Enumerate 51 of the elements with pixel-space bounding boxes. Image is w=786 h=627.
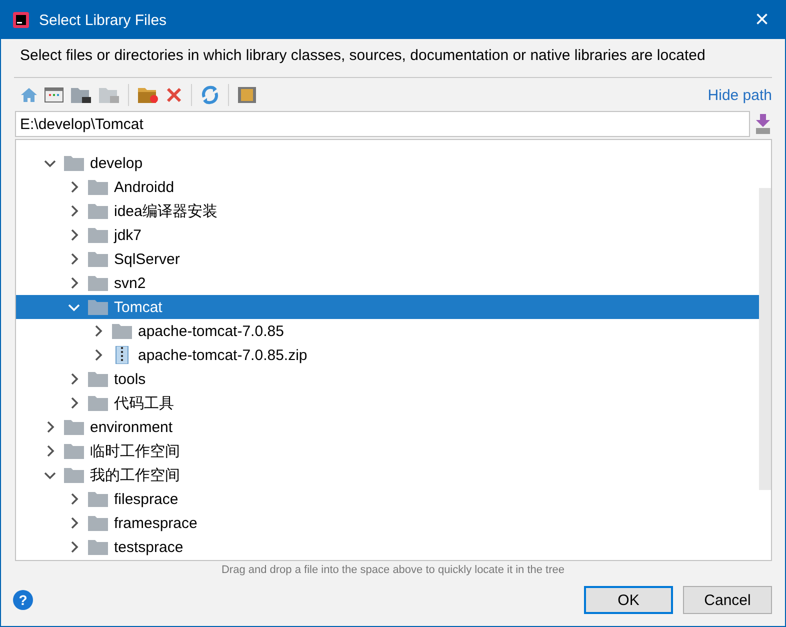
refresh-icon[interactable] bbox=[200, 85, 220, 105]
tree-item[interactable]: svn2 bbox=[16, 271, 759, 295]
window-title: Select Library Files bbox=[39, 12, 167, 28]
scrollbar-thumb[interactable] bbox=[759, 188, 771, 490]
hint-text: Drag and drop a file into the space above to quickly locate it in the tree bbox=[220, 564, 566, 578]
hide-path-link[interactable]: Hide path bbox=[708, 86, 772, 104]
folder-icon bbox=[88, 371, 108, 387]
tree-item[interactable]: 我的工作空间 bbox=[16, 463, 759, 487]
folder-icon bbox=[88, 227, 108, 243]
folder-icon bbox=[64, 443, 84, 459]
folder-icon bbox=[88, 515, 108, 531]
tree-item[interactable]: testsprace bbox=[16, 535, 759, 559]
folder-icon bbox=[88, 275, 108, 291]
grid-icon[interactable] bbox=[237, 86, 257, 104]
tree-item[interactable]: tools bbox=[16, 367, 759, 391]
tree-item[interactable]: SqlServer bbox=[16, 247, 759, 271]
tree-item[interactable]: apache-tomcat-7.0.85.zip bbox=[16, 343, 759, 367]
window-icon[interactable] bbox=[44, 87, 64, 103]
folder-icon bbox=[64, 419, 84, 435]
tree-item[interactable]: environment bbox=[16, 415, 759, 439]
close-button[interactable]: × bbox=[739, 6, 785, 34]
folder-icon bbox=[88, 299, 108, 315]
tree-item[interactable]: develop bbox=[16, 151, 759, 175]
tree-item[interactable]: Androidd bbox=[16, 175, 759, 199]
folder-icon bbox=[88, 203, 108, 219]
dialog-button[interactable]: OK bbox=[584, 586, 673, 614]
folder-icon bbox=[88, 179, 108, 195]
tree-item[interactable]: 代码工具 bbox=[16, 391, 759, 415]
tree-item[interactable]: apache-tomcat-7.0.85 bbox=[16, 319, 759, 343]
tree-item[interactable]: framesprace bbox=[16, 511, 759, 535]
tree-item[interactable]: jdk7 bbox=[16, 223, 759, 247]
tree-item[interactable]: Tomcat bbox=[16, 295, 759, 319]
folder-icon bbox=[88, 395, 108, 411]
tree-item[interactable]: 临时工作空间 bbox=[16, 439, 759, 463]
download-icon[interactable] bbox=[754, 113, 772, 135]
new-folder-icon[interactable] bbox=[137, 86, 159, 104]
app-icon bbox=[13, 12, 29, 28]
folder-icon bbox=[88, 251, 108, 267]
folder-icon bbox=[112, 323, 132, 339]
description-text: Select files or directories in which library classes, sources, documentation or native libraries are located bbox=[19, 46, 706, 66]
tree-item[interactable]: filesprace bbox=[16, 487, 759, 511]
folder-icon[interactable] bbox=[70, 86, 92, 104]
folder-icon bbox=[64, 467, 84, 483]
folder-icon bbox=[64, 155, 84, 171]
folder-icon bbox=[88, 539, 108, 555]
tree-item[interactable]: idea编译器安装 bbox=[16, 199, 759, 223]
folder-icon bbox=[88, 491, 108, 507]
path-field[interactable]: E:\develop\Tomcat bbox=[15, 111, 750, 137]
dialog-button[interactable]: Cancel bbox=[683, 586, 772, 614]
help-button[interactable]: ? bbox=[13, 590, 33, 610]
delete-icon[interactable] bbox=[165, 86, 183, 104]
